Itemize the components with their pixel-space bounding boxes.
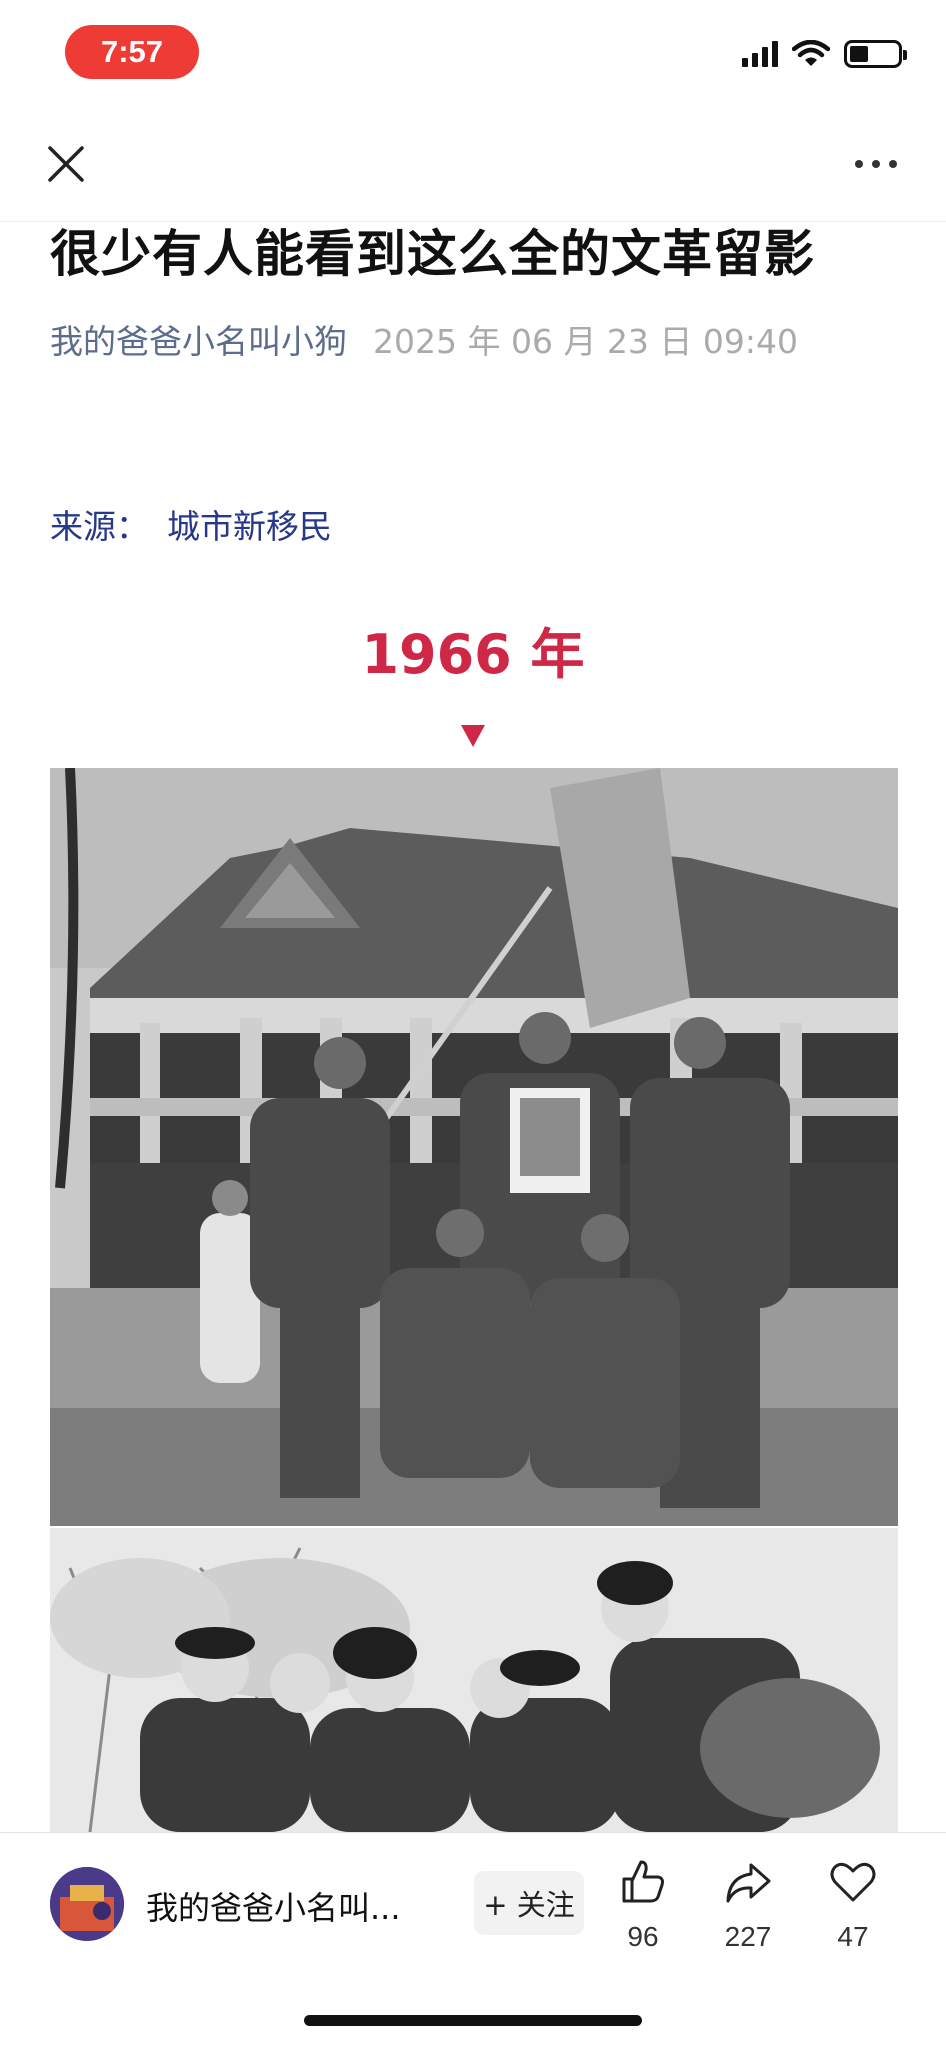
close-icon [48,146,84,182]
article-meta: 我的爸爸小名叫小狗 2025 年 06 月 23 日 09:40 [50,315,798,363]
publish-datetime: 2025 年 06 月 23 日 09:40 [373,322,799,361]
share-button[interactable]: 227 [703,1857,793,1953]
home-indicator [304,2015,642,2026]
heart-icon [830,1862,876,1902]
down-triangle-icon [461,725,485,747]
close-button[interactable] [44,142,88,186]
status-bar: 7:57 [0,0,946,110]
bottom-action-bar: 我的爸爸小名叫... + 关注 96 227 47 [0,1832,946,2048]
favorite-count: 47 [837,1921,869,1952]
more-dots-icon [855,160,863,168]
like-button[interactable]: 96 [598,1857,688,1953]
avatar-image [50,1867,124,1941]
cellular-signal-icon [742,41,778,67]
status-time: 7:57 [65,25,199,79]
year-heading: 1966 年 [361,623,585,686]
account-name[interactable]: 我的爸爸小名叫... [146,1883,436,1929]
nav-bar [0,110,946,222]
favorite-button[interactable]: 47 [808,1857,898,1953]
wifi-icon [792,40,830,66]
article-title: 很少有人能看到这么全的文革留影 [50,225,815,283]
more-options-button[interactable] [850,152,902,176]
follow-button[interactable]: + 关注 [474,1871,584,1935]
share-arrow-icon [726,1863,771,1903]
thumbs-up-icon [622,1860,664,1903]
source-label: 来源： [50,507,149,546]
source-name: 城市新移民 [167,507,332,546]
like-count: 96 [627,1921,659,1952]
article-photo-1[interactable] [50,768,898,1526]
share-count: 227 [724,1921,772,1952]
account-avatar[interactable] [50,1867,124,1941]
article-source: 来源： 城市新移民 [50,500,332,548]
battery-icon [844,40,907,68]
article-photo-2[interactable] [50,1528,898,1832]
author-link[interactable]: 我的爸爸小名叫小狗 [50,315,347,363]
status-icons [742,40,907,68]
